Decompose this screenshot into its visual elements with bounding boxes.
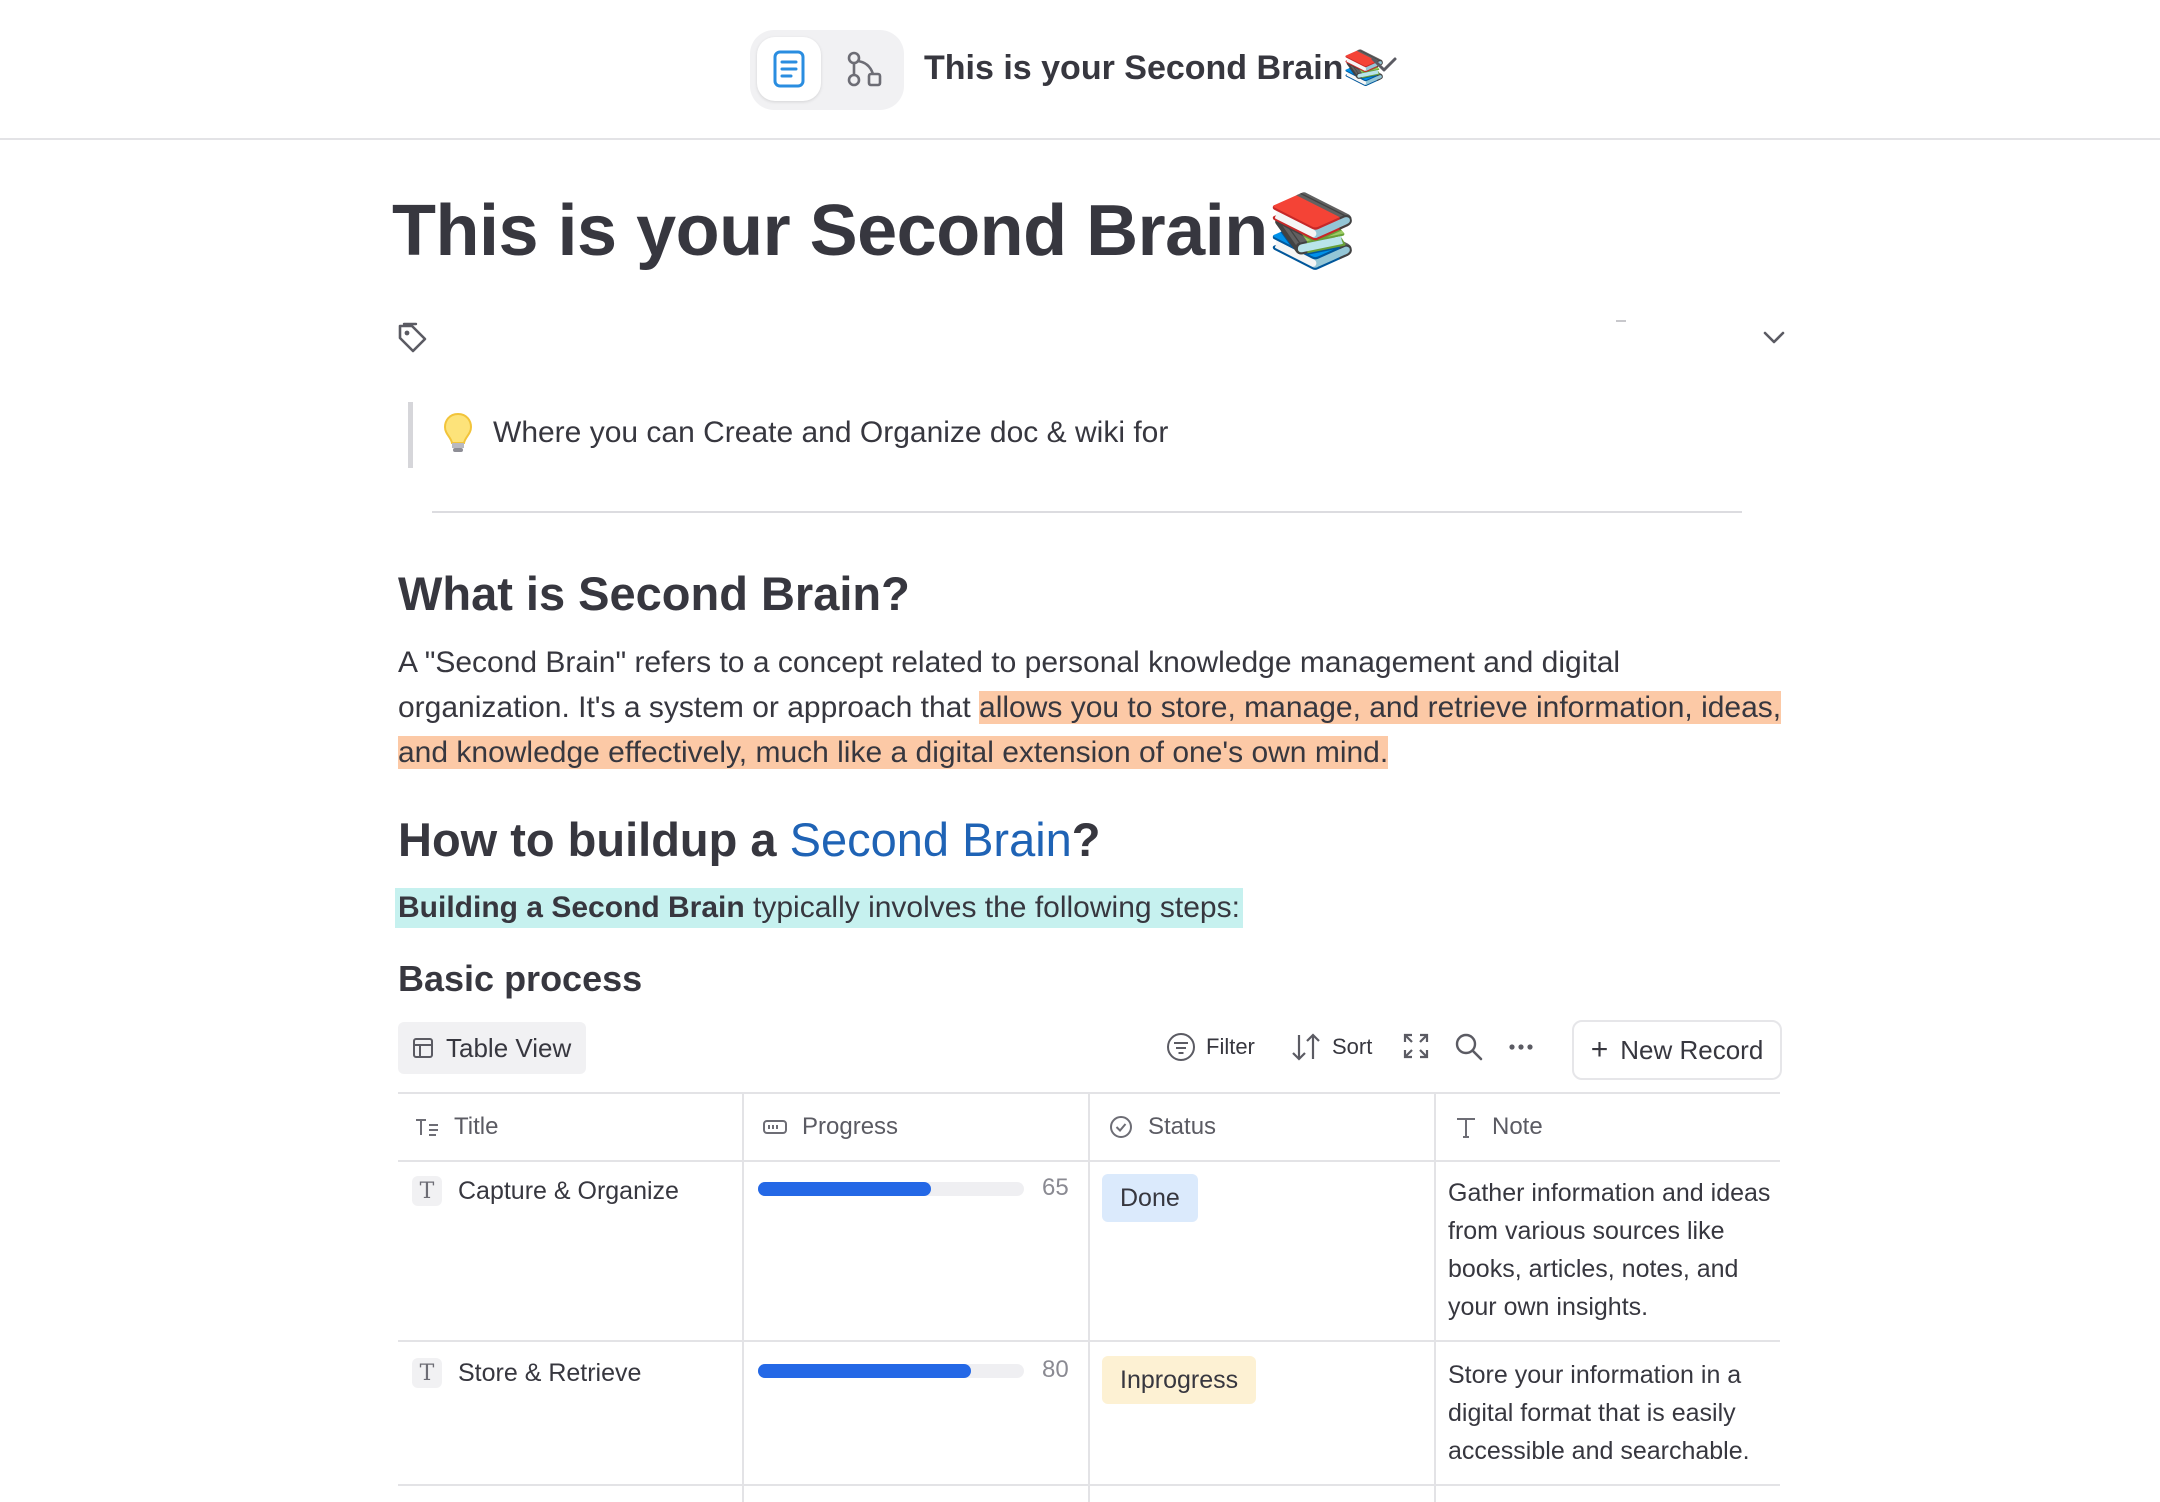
text-type-icon — [414, 1116, 440, 1138]
new-record-label: New Record — [1620, 1034, 1764, 1065]
intro-rest: typically involves the following steps: — [744, 891, 1240, 924]
column-header-note[interactable]: Note — [1454, 1094, 1543, 1160]
column-header-progress[interactable]: Progress — [762, 1094, 898, 1160]
row-title: Capture & Organize — [458, 1176, 679, 1205]
more-icon — [1508, 1032, 1534, 1062]
graph-icon — [847, 51, 882, 87]
page-title[interactable]: This is your Second Brain📚 — [392, 188, 1357, 273]
chevron-down-icon[interactable] — [1762, 330, 1786, 346]
intro-bold: Building a Second Brain — [398, 891, 745, 924]
document-mode-button[interactable] — [757, 37, 821, 101]
status-badge[interactable]: Done — [1102, 1174, 1198, 1222]
divider — [432, 511, 1742, 513]
table-row[interactable]: T Store & Retrieve 80 Inprogress Store y… — [398, 1342, 1780, 1486]
column-header-label: Status — [1148, 1113, 1217, 1140]
plus-icon: + — [1590, 1033, 1609, 1066]
table-view-label: Table View — [446, 1032, 572, 1063]
section-heading[interactable]: How to buildup a Second Brain? — [398, 812, 1101, 867]
new-record-button[interactable]: + New Record — [1572, 1020, 1782, 1080]
chevron-down-icon[interactable] — [1370, 56, 1398, 74]
graph-mode-button[interactable] — [832, 37, 896, 101]
row-title-cell[interactable]: T Capture & Organize — [412, 1176, 679, 1206]
more-button[interactable] — [1508, 1032, 1544, 1062]
top-bar: This is your Second Brain📚 — [0, 0, 2160, 140]
column-header-label: Title — [454, 1113, 499, 1140]
header-title[interactable]: This is your Second Brain📚 — [924, 48, 1386, 88]
view-mode-switch — [750, 30, 904, 110]
second-brain-link[interactable]: Second Brain — [790, 813, 1072, 866]
text-type-icon — [1454, 1115, 1478, 1139]
intro-text[interactable]: Building a Second Brain typically involv… — [395, 888, 1243, 928]
callout-text: Where you can Create and Organize doc & … — [493, 416, 1169, 449]
text-type-icon: T — [412, 1176, 442, 1206]
expand-button[interactable] — [1402, 1032, 1440, 1060]
progress-bar — [758, 1182, 1024, 1196]
section-heading[interactable]: What is Second Brain? — [398, 566, 910, 621]
column-header-title[interactable]: Title — [414, 1094, 498, 1160]
progress-bar-fill — [758, 1364, 971, 1378]
row-title-cell[interactable]: T Store & Retrieve — [412, 1358, 641, 1388]
sort-button[interactable]: Sort — [1290, 1032, 1372, 1062]
row-note[interactable]: Gather information and ideas from variou… — [1448, 1174, 1778, 1326]
status-type-icon — [1108, 1114, 1134, 1140]
table-view-tab[interactable]: Table View — [398, 1022, 586, 1074]
sort-label: Sort — [1332, 1034, 1373, 1059]
table-row[interactable]: T Capture & Organize 65 Done Gather info… — [398, 1160, 1780, 1342]
sort-icon — [1290, 1032, 1322, 1062]
section-paragraph[interactable]: A "Second Brain" refers to a concept rel… — [398, 640, 1798, 775]
row-title: Store & Retrieve — [458, 1358, 642, 1387]
status-badge[interactable]: Inprogress — [1102, 1356, 1257, 1404]
database-title[interactable]: Basic process — [398, 958, 642, 1000]
text-type-icon: T — [412, 1358, 442, 1388]
doc-icon — [773, 50, 805, 88]
progress-bar — [758, 1364, 1024, 1378]
progress-value: 80 — [1042, 1356, 1069, 1383]
table-icon — [412, 1037, 434, 1059]
search-button[interactable] — [1454, 1032, 1494, 1062]
progress-type-icon — [762, 1117, 788, 1137]
lightbulb-icon — [443, 412, 473, 452]
expand-icon — [1402, 1032, 1430, 1060]
progress-bar-fill — [758, 1182, 931, 1196]
filter-button[interactable]: Filter — [1166, 1032, 1255, 1062]
column-header-label: Note — [1492, 1113, 1543, 1140]
column-header-label: Progress — [802, 1113, 899, 1140]
property-placeholder — [1616, 320, 1626, 322]
progress-value: 65 — [1042, 1174, 1069, 1201]
tag-icon[interactable] — [396, 322, 428, 356]
column-header-status[interactable]: Status — [1108, 1094, 1216, 1160]
filter-icon — [1166, 1032, 1196, 1062]
callout-block[interactable]: Where you can Create and Organize doc & … — [408, 402, 1793, 468]
filter-label: Filter — [1206, 1034, 1255, 1059]
heading-text: How to buildup a — [398, 813, 790, 866]
heading-text: ? — [1071, 813, 1101, 866]
row-note[interactable]: Store your information in a digital form… — [1448, 1356, 1778, 1470]
search-icon — [1454, 1032, 1484, 1062]
